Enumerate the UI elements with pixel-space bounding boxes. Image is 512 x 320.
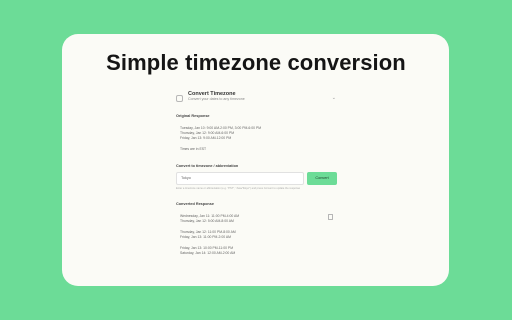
converted-section-title: Converted Response [176,202,214,206]
original-line: Thursday, Jan 12: 9:00 AM-6:00 PM [180,131,235,135]
original-line: Tuesday, Jan 10: 9:00 AM-2:00 PM, 3:00 P… [180,126,262,130]
page-headline: Simple timezone conversion [106,50,406,75]
input-hint: Enter a timezone name or abbreviation (e… [176,187,301,190]
calendar-icon [176,95,183,102]
converted-line: Thursday, Jan 12: 5:00 AM-8:00 AM [180,219,234,223]
chevron-down-icon[interactable]: ⌄ [332,95,336,101]
extension-panel: Convert Timezone Convert your dates to a… [170,86,342,270]
original-section-title: Original Response [176,114,210,118]
app-subtitle: Convert your dates to any timezone [188,97,245,101]
converted-line: Friday, Jan 13: 11:00 PM-2:00 AM [180,235,231,239]
converted-line: Saturday, Jan 14: 12:00 AM-2:00 AM [180,251,236,255]
copy-icon[interactable] [328,214,333,220]
original-line: Friday, Jan 13: 9:00 AM-12:00 PM [180,136,232,140]
converted-line: Thursday, Jan 12: 11:00 PM-8:00 AM [180,230,236,234]
convert-button[interactable]: Convert [307,172,337,185]
timezone-input[interactable] [176,172,304,185]
convert-section-title: Convert to timezone / abbreviation [176,164,239,168]
times-note: Times are in EST [180,147,207,151]
converted-line: Friday, Jan 13: 10:00 PM-11:00 PM [180,246,234,250]
panel-header: Convert Timezone Convert your dates to a… [170,86,342,106]
converted-line: Wednesday, Jan 11: 11:00 PM-4:00 AM [180,214,240,218]
